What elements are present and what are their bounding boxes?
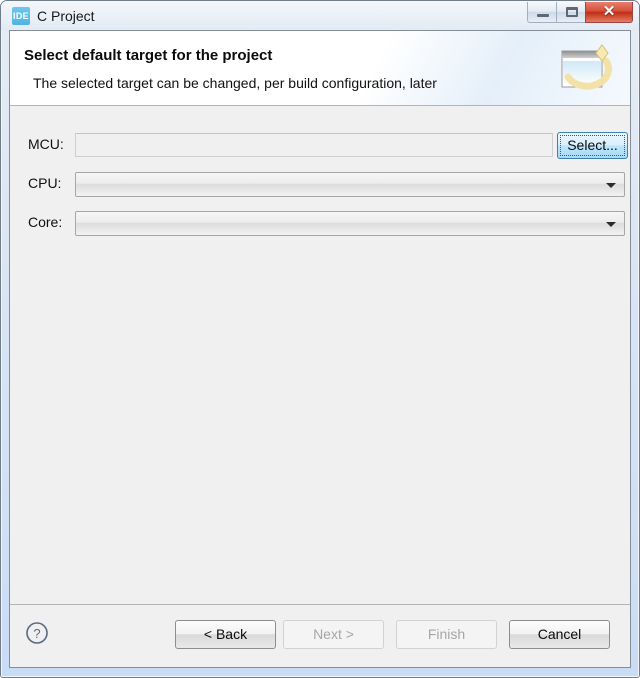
svg-text:?: ?	[33, 626, 40, 641]
finish-button: Finish	[396, 620, 497, 649]
wizard-body: MCU: Select... CPU: Core:	[10, 107, 630, 605]
mcu-row: MCU: Select...	[10, 132, 630, 159]
focus-ring	[560, 135, 625, 156]
wizard-header: Select default target for the project Th…	[10, 31, 630, 106]
back-button[interactable]: < Back	[175, 620, 276, 649]
core-combobox[interactable]	[75, 211, 625, 236]
chevron-down-icon	[606, 222, 616, 227]
dialog-window: IDE C Project ✕ Select default target fo…	[0, 0, 640, 678]
core-row: Core:	[10, 211, 630, 237]
close-button[interactable]: ✕	[585, 2, 633, 23]
mcu-input[interactable]	[75, 133, 553, 157]
maximize-button[interactable]	[556, 2, 586, 23]
chevron-down-icon	[606, 183, 616, 188]
cpu-label: CPU:	[28, 175, 62, 191]
app-icon: IDE	[12, 7, 30, 25]
cpu-row: CPU:	[10, 172, 630, 198]
cpu-combobox[interactable]	[75, 172, 625, 197]
help-question-icon[interactable]: ?	[25, 621, 49, 650]
select-button[interactable]: Select...	[557, 132, 628, 159]
next-button: Next >	[283, 620, 384, 649]
window-title: C Project	[37, 8, 95, 24]
minimize-button[interactable]	[527, 2, 557, 23]
dialog-client-area: Select default target for the project Th…	[9, 30, 631, 668]
page-subtitle: The selected target can be changed, per …	[33, 75, 437, 91]
minimize-icon	[537, 14, 549, 17]
cancel-button[interactable]: Cancel	[509, 620, 610, 649]
page-title: Select default target for the project	[24, 47, 273, 64]
mcu-label: MCU:	[28, 136, 64, 152]
wizard-window-sparkle-icon	[554, 41, 620, 99]
window-controls: ✕	[527, 2, 633, 24]
close-icon: ✕	[602, 3, 616, 20]
maximize-icon	[566, 7, 578, 17]
title-bar[interactable]: IDE C Project ✕	[1, 1, 639, 30]
core-label: Core:	[28, 214, 63, 230]
